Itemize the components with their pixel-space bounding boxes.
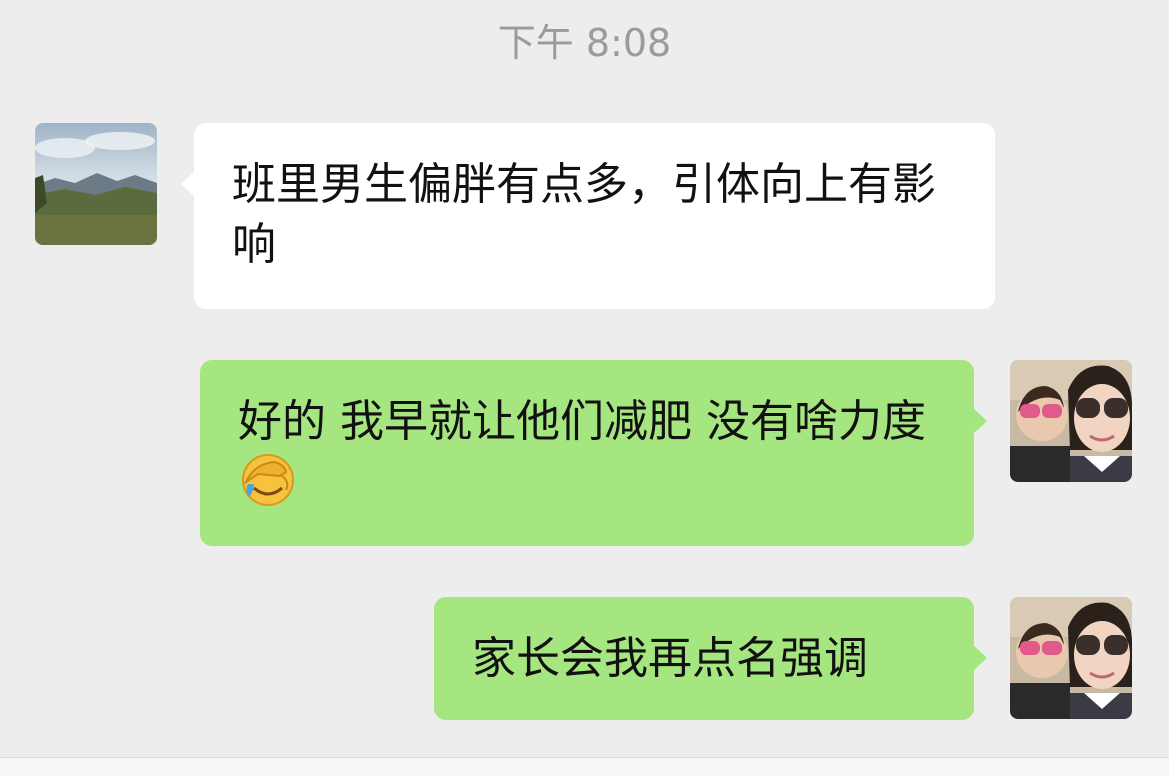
user-avatar[interactable] (1010, 597, 1132, 719)
message-text: 家长会我再点名强调 (472, 633, 868, 684)
user-avatar[interactable] (1010, 360, 1132, 482)
message-text: 班里男生偏胖有点多，引体向上有影响 (232, 159, 936, 270)
bubble-tail (973, 645, 987, 671)
message-timestamp: 下午 8:08 (497, 21, 672, 65)
message-bubble-outgoing[interactable]: 好的 我早就让他们减肥 没有啥力度 (200, 360, 987, 546)
contact-avatar[interactable] (35, 123, 157, 245)
face-palm-emoji-icon (240, 452, 296, 508)
selfie-avatar-icon (1010, 360, 1132, 482)
selfie-avatar-icon (1010, 597, 1132, 719)
message-text: 好的 我早就让他们减肥 没有啥力度 (238, 396, 926, 447)
chat-window: 下午 8:08 班里男生偏胖有点多，引体向上有影响 好的 我早就让他们减肥 没有… (0, 0, 1169, 776)
input-bar-edge (0, 757, 1169, 776)
landscape-avatar-icon (35, 123, 157, 245)
bubble-tail (973, 408, 987, 434)
message-bubble-outgoing[interactable]: 家长会我再点名强调 (434, 597, 987, 720)
bubble-tail (181, 171, 195, 197)
message-bubble-incoming[interactable]: 班里男生偏胖有点多，引体向上有影响 (181, 123, 995, 309)
